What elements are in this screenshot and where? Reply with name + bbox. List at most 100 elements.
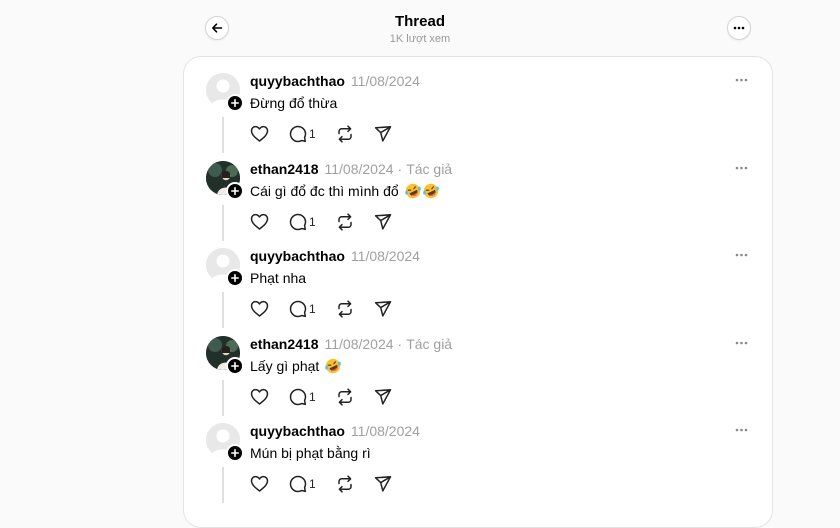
like-button[interactable] xyxy=(250,125,269,143)
more-horizontal-icon xyxy=(735,78,747,82)
repost-button[interactable] xyxy=(336,125,354,143)
heart-icon xyxy=(250,300,269,317)
follow-button[interactable] xyxy=(226,269,244,287)
username[interactable]: quyybachthao xyxy=(250,423,345,439)
follow-button[interactable] xyxy=(226,356,244,375)
post-meta: quyybachthao11/08/2024· xyxy=(250,73,420,90)
thread-line xyxy=(222,467,224,503)
reply-button[interactable]: 1 xyxy=(289,125,316,143)
post-text: Cái gì đổ đc thì mình đổ xyxy=(250,182,439,200)
post-more-button[interactable] xyxy=(732,248,750,262)
rolling-laughing-emoji xyxy=(325,358,342,373)
share-button[interactable] xyxy=(374,300,392,318)
post-text: Mún bị phạt bằng rì xyxy=(250,444,371,462)
comment-icon xyxy=(289,475,307,493)
post-text-content: Đừng đổ thừa xyxy=(250,95,338,111)
more-horizontal-icon xyxy=(735,166,747,169)
like-button[interactable] xyxy=(250,388,269,406)
more-horizontal-icon xyxy=(735,253,747,257)
reply-button[interactable]: 1 xyxy=(289,213,316,231)
follow-button[interactable] xyxy=(226,181,244,200)
post-text: Đừng đổ thừa xyxy=(250,94,337,112)
more-horizontal-icon xyxy=(735,341,747,344)
post-more-button[interactable] xyxy=(732,161,750,175)
repost-button[interactable] xyxy=(336,300,354,318)
send-icon xyxy=(374,301,391,317)
plus-icon xyxy=(231,99,239,107)
repost-button[interactable] xyxy=(336,475,354,493)
post-actions: 1 xyxy=(250,124,412,144)
share-button[interactable] xyxy=(374,475,392,493)
reply-post: quyybachthao11/08/2024· Phạt nha 1 xyxy=(184,232,772,328)
repost-icon xyxy=(337,125,352,143)
comment-icon xyxy=(289,388,307,405)
heart-icon xyxy=(250,388,269,405)
post-emojis xyxy=(399,183,439,199)
send-icon xyxy=(374,388,391,405)
repost-icon xyxy=(337,475,352,493)
header-title-block: Thread 1K lượt xem xyxy=(0,13,840,46)
post-date: 11/08/2024 xyxy=(324,335,394,352)
view-count: 1K lượt xem xyxy=(389,33,451,45)
reply-button[interactable]: 1 xyxy=(289,388,316,406)
like-button[interactable] xyxy=(250,475,269,493)
thread-more-button[interactable] xyxy=(727,16,751,40)
like-button[interactable] xyxy=(250,300,269,318)
post-text: Phạt nha xyxy=(250,269,306,287)
post-date: 11/08/2024 xyxy=(324,160,394,177)
send-icon xyxy=(374,476,391,492)
heart-icon xyxy=(250,475,269,492)
post-actions: 1 xyxy=(250,474,412,494)
rolling-laughing-emoji xyxy=(422,183,439,198)
more-horizontal-icon xyxy=(733,26,745,30)
heart-icon xyxy=(250,125,269,142)
post-actions: 1 xyxy=(250,299,412,319)
reply-post: ethan2418 11/08/2024 · Tác giả Cái gì đổ đc… xyxy=(184,145,772,241)
reply-button[interactable]: 1 xyxy=(289,300,316,318)
reply-count: 1 xyxy=(309,214,316,229)
share-button[interactable] xyxy=(374,125,392,143)
comment-icon xyxy=(289,213,307,230)
post-meta: quyybachthao11/08/2024· xyxy=(250,248,420,265)
reply-button[interactable]: 1 xyxy=(289,475,316,493)
username[interactable]: quyybachthao xyxy=(250,248,345,264)
username[interactable]: ethan2418 xyxy=(250,161,318,177)
repost-button[interactable] xyxy=(336,212,354,231)
repost-button[interactable] xyxy=(336,387,354,406)
send-icon xyxy=(374,213,391,230)
thread-card: quyybachthao11/08/2024· Đừng đổ thừa 1 xyxy=(183,56,773,528)
post-date: 11/08/2024 xyxy=(350,423,420,439)
reply-count: 1 xyxy=(309,302,316,316)
username[interactable]: quyybachthao xyxy=(250,73,345,89)
post-text: Lấy gì phạt xyxy=(250,357,342,375)
send-icon xyxy=(374,126,391,142)
repost-icon xyxy=(337,300,352,318)
rolling-laughing-emoji xyxy=(404,183,421,198)
post-actions: 1 xyxy=(250,212,412,232)
follow-button[interactable] xyxy=(226,444,244,462)
reply-post: quyybachthao11/08/2024· Mún bị phạt bằng… xyxy=(184,407,772,503)
post-actions: 1 xyxy=(250,387,412,407)
post-more-button[interactable] xyxy=(732,336,750,350)
post-text-content: Mún bị phạt bằng rì xyxy=(250,445,371,461)
post-more-button[interactable] xyxy=(732,73,750,87)
share-button[interactable] xyxy=(374,388,392,406)
plus-icon xyxy=(231,186,239,195)
post-meta: ethan2418 11/08/2024 · Tác giả xyxy=(250,161,452,178)
post-text-content: Lấy gì phạt xyxy=(250,357,320,374)
follow-button[interactable] xyxy=(226,94,244,112)
post-text-content: Cái gì đổ đc thì mình đổ xyxy=(250,182,399,199)
share-button[interactable] xyxy=(374,213,392,231)
repost-icon xyxy=(337,212,352,231)
username[interactable]: ethan2418 xyxy=(250,336,318,352)
post-emojis xyxy=(319,358,342,374)
heart-icon xyxy=(250,213,269,230)
post-meta: ethan2418 11/08/2024 · Tác giả xyxy=(250,336,452,353)
like-button[interactable] xyxy=(250,213,269,231)
post-meta: quyybachthao11/08/2024· xyxy=(250,423,420,440)
post-more-button[interactable] xyxy=(732,423,750,437)
more-horizontal-icon xyxy=(735,428,747,432)
separator-dot: · xyxy=(397,335,403,352)
thread-header: Thread 1K lượt xem xyxy=(0,0,840,56)
author-badge: Tác giả xyxy=(406,335,453,352)
